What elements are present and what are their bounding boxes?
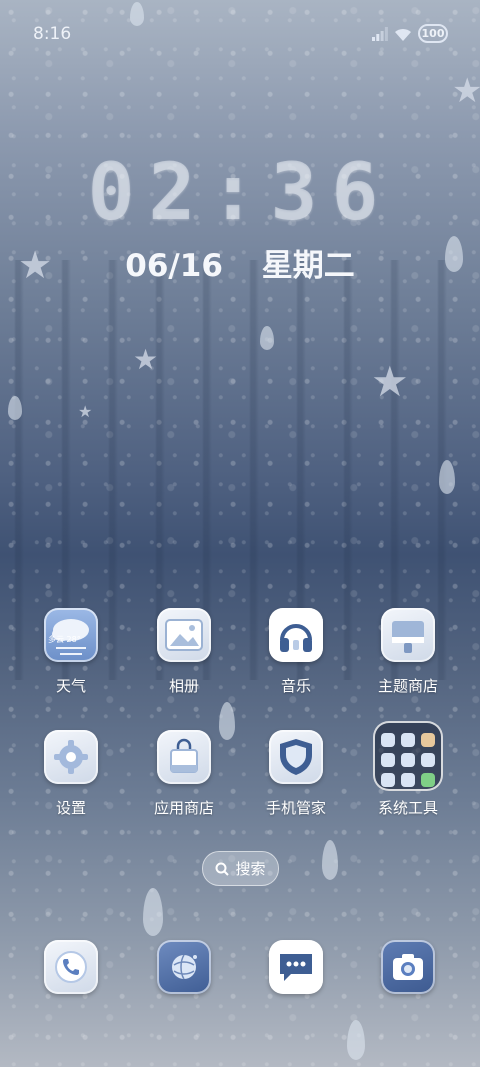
- raindrop-decoration-icon: [347, 1020, 365, 1060]
- raindrop-decoration-icon: [8, 396, 22, 420]
- shield-icon: [269, 730, 323, 784]
- app-label: 天气: [55, 677, 86, 695]
- app-label: 相册: [168, 677, 199, 695]
- wifi-icon: [395, 28, 411, 41]
- star-decoration-icon: ★: [371, 357, 409, 406]
- app-label: 手机管家: [265, 799, 326, 817]
- date-text: 06/16: [125, 248, 223, 284]
- star-decoration-icon: ★: [78, 402, 93, 421]
- status-time: 8:16: [33, 24, 72, 44]
- raindrop-decoration-icon: [130, 2, 144, 26]
- headphones-icon: [269, 608, 323, 662]
- star-decoration-icon: ★: [18, 243, 53, 287]
- clock-widget-date[interactable]: 06/16 星期二: [0, 240, 480, 285]
- clock-widget-time[interactable]: 02:36: [0, 148, 480, 238]
- folder-icon: [373, 721, 443, 791]
- app-gallery[interactable]: 相册: [134, 608, 234, 696]
- app-label: 主题商店: [377, 677, 438, 695]
- dock-browser[interactable]: [134, 940, 234, 994]
- cellular-signal-icon: [372, 27, 388, 41]
- weather-widget-text: 多云 28°: [48, 635, 81, 644]
- phone-icon: [44, 940, 98, 994]
- dock-messages[interactable]: [246, 940, 346, 994]
- star-decoration-icon: ★: [133, 343, 159, 376]
- theme-brush-icon: [381, 608, 435, 662]
- search-label: 搜索: [235, 860, 266, 878]
- app-theme-store[interactable]: 主题商店: [358, 608, 458, 696]
- app-label: 系统工具: [377, 799, 438, 817]
- dock-camera[interactable]: [358, 940, 458, 994]
- globe-icon: [157, 940, 211, 994]
- weekday-text: 星期二: [261, 248, 355, 284]
- camera-icon: [381, 940, 435, 994]
- shopping-bag-icon: [157, 730, 211, 784]
- app-app-store[interactable]: 应用商店: [134, 730, 234, 818]
- raindrop-decoration-icon: [322, 840, 338, 880]
- star-decoration-icon: ★: [452, 71, 480, 111]
- message-icon: [269, 940, 323, 994]
- app-label: 设置: [55, 799, 86, 817]
- gallery-icon: [157, 608, 211, 662]
- raindrop-decoration-icon: [439, 460, 455, 494]
- battery-indicator: 100: [418, 24, 448, 43]
- app-phone-manager[interactable]: 手机管家: [246, 730, 346, 818]
- raindrop-decoration-icon: [143, 888, 163, 936]
- app-weather[interactable]: 多云 28° 天气: [21, 608, 121, 696]
- raindrop-decoration-icon: [260, 326, 274, 350]
- app-music[interactable]: 音乐: [246, 608, 346, 696]
- app-label: 应用商店: [153, 799, 214, 817]
- gear-icon: [44, 730, 98, 784]
- app-settings[interactable]: 设置: [21, 730, 121, 818]
- search-button[interactable]: 搜索: [202, 851, 279, 886]
- search-icon: [215, 862, 230, 876]
- status-bar: 8:16 100: [0, 0, 480, 66]
- app-system-tools-folder[interactable]: 系统工具: [358, 721, 458, 818]
- weather-icon: 多云 28°: [44, 608, 98, 662]
- dock-phone[interactable]: [21, 940, 121, 994]
- app-label: 音乐: [280, 677, 311, 695]
